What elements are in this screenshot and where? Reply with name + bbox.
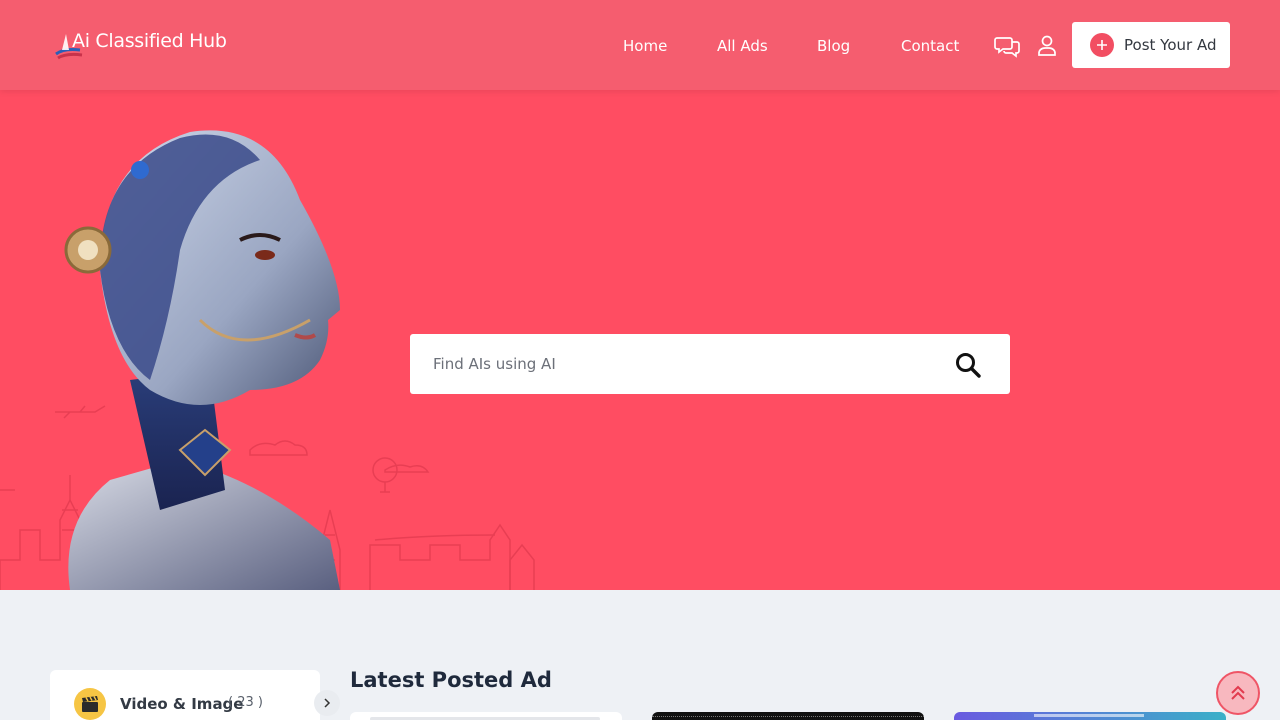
site-header: Ai Classified Hub Home All Ads Blog Cont… bbox=[0, 0, 1280, 90]
chat-bubbles-icon[interactable] bbox=[994, 32, 1022, 60]
logo-text: Ai Classified Hub bbox=[72, 30, 227, 52]
ad-card[interactable] bbox=[350, 712, 622, 720]
double-chevron-up-icon bbox=[1231, 685, 1245, 700]
plus-icon bbox=[1090, 33, 1114, 57]
nav-all-ads[interactable]: All Ads bbox=[717, 37, 768, 55]
post-your-ad-label: Post Your Ad bbox=[1124, 36, 1217, 54]
ai-robot-woman-image bbox=[64, 130, 340, 590]
hero-banner bbox=[0, 90, 1280, 590]
latest-posted-ad-heading: Latest Posted Ad bbox=[350, 668, 552, 692]
nav-home[interactable]: Home bbox=[623, 37, 667, 55]
ad-card[interactable] bbox=[954, 712, 1226, 720]
ad-card[interactable] bbox=[652, 712, 924, 720]
ad-thumbnail bbox=[652, 716, 924, 719]
search-input[interactable] bbox=[410, 334, 940, 394]
search-icon[interactable] bbox=[954, 351, 982, 379]
nav-contact[interactable]: Contact bbox=[901, 37, 959, 55]
nav-blog[interactable]: Blog bbox=[817, 37, 850, 55]
site-logo[interactable]: Ai Classified Hub bbox=[52, 28, 227, 64]
chevron-right-icon[interactable] bbox=[314, 690, 340, 716]
ai-search-bar bbox=[410, 334, 1010, 394]
category-count: ( 23 ) bbox=[228, 695, 263, 710]
post-your-ad-button[interactable]: Post Your Ad bbox=[1072, 22, 1230, 68]
ad-thumbnail bbox=[1034, 714, 1144, 717]
category-card-video-image[interactable]: Video & Image ( 23 ) bbox=[50, 670, 340, 720]
scroll-to-top-button[interactable] bbox=[1216, 671, 1260, 715]
logo-icon bbox=[55, 34, 83, 60]
category-name: Video & Image bbox=[120, 695, 244, 713]
user-icon[interactable] bbox=[1033, 32, 1061, 60]
clapperboard-icon bbox=[74, 688, 106, 720]
